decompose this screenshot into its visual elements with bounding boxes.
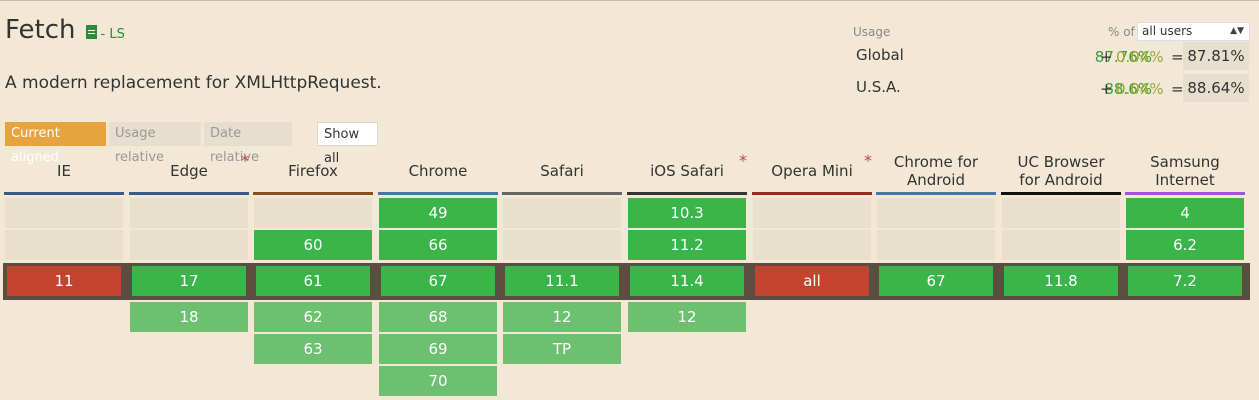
version-cell[interactable]: 67 — [879, 266, 993, 296]
browser-name[interactable]: UC Browser for Android — [1001, 151, 1121, 191]
user-scope-select[interactable]: all users ▲▼ — [1137, 22, 1250, 41]
usage-total: 87.81% — [1183, 42, 1249, 70]
version-cell[interactable]: 49 — [379, 198, 497, 228]
user-scope-value: all users — [1142, 24, 1193, 38]
empty-cell — [503, 198, 621, 228]
version-cell[interactable]: 12 — [628, 302, 746, 332]
select-arrows-icon: ▲▼ — [1230, 26, 1244, 36]
browser-column: Chrome for Android 67 — [876, 151, 996, 400]
browser-name[interactable]: IE — [4, 151, 124, 191]
note-star-icon[interactable]: * — [864, 151, 872, 170]
version-cell[interactable]: 6.2 — [1126, 230, 1244, 260]
empty-cell — [130, 198, 248, 228]
usage-partial: 0.04% — [1116, 80, 1164, 98]
feature-description: A modern replacement for XMLHttpRequest. — [5, 73, 382, 93]
feature-title: Fetch — [5, 15, 76, 45]
version-cell[interactable]: 17 — [132, 266, 246, 296]
browser-column: IE 11 — [4, 151, 124, 400]
browser-color-bar — [1125, 192, 1245, 195]
version-cell[interactable]: 60 — [254, 230, 372, 260]
browser-column: Chrome 49 66 67 68 69 70 — [378, 151, 498, 400]
usage-equals: = — [1171, 48, 1184, 66]
browser-column: iOS Safari * 10.3 11.2 11.4 12 — [627, 151, 747, 400]
version-cell[interactable]: 70 — [379, 366, 497, 396]
empty-cell — [753, 230, 871, 260]
usage-label: Usage — [853, 25, 891, 39]
version-cell[interactable]: 69 — [379, 334, 497, 364]
usage-total: 88.64% — [1183, 74, 1249, 102]
usage-region: Global — [856, 46, 904, 64]
browser-column: Opera Mini * all — [752, 151, 872, 400]
note-star-icon[interactable]: * — [739, 151, 747, 170]
empty-cell — [1002, 198, 1120, 228]
version-cell[interactable]: 11.1 — [505, 266, 619, 296]
browser-color-bar — [752, 192, 872, 195]
browser-name[interactable]: Firefox — [253, 151, 373, 191]
browser-color-bar — [253, 192, 373, 195]
show-all-button[interactable]: Show all — [317, 122, 378, 166]
empty-cell — [254, 198, 372, 228]
browser-name[interactable]: Chrome — [378, 151, 498, 191]
usage-region: U.S.A. — [856, 78, 901, 96]
version-cell[interactable]: 11 — [7, 266, 121, 296]
tab-current-aligned[interactable]: Current aligned — [5, 122, 106, 165]
version-cell[interactable]: TP — [503, 334, 621, 364]
browser-column: Firefox 60 61 62 63 — [253, 151, 373, 400]
version-cell[interactable]: all — [755, 266, 869, 296]
browser-color-bar — [876, 192, 996, 195]
browser-color-bar — [1001, 192, 1121, 195]
version-cell[interactable]: 62 — [254, 302, 372, 332]
usage-partial: 0.04% — [1116, 48, 1164, 66]
version-cell[interactable]: 11.4 — [630, 266, 744, 296]
browser-name[interactable]: iOS Safari — [627, 151, 747, 191]
feature-header: Fetch - LS — [5, 15, 125, 45]
version-cell[interactable]: 68 — [379, 302, 497, 332]
usage-equals: = — [1171, 80, 1184, 98]
version-cell[interactable]: 4 — [1126, 198, 1244, 228]
empty-cell — [503, 230, 621, 260]
browser-column: Safari 11.1 12 TP — [502, 151, 622, 400]
version-cell[interactable]: 66 — [379, 230, 497, 260]
browser-name[interactable]: Samsung Internet — [1125, 151, 1245, 191]
tab-date-relative[interactable]: Date relative — [204, 122, 292, 165]
empty-cell — [5, 198, 123, 228]
browser-column: Samsung Internet 4 6.2 7.2 — [1125, 151, 1245, 400]
version-cell[interactable]: 10.3 — [628, 198, 746, 228]
browser-name[interactable]: Safari — [502, 151, 622, 191]
usage-plus: + — [1100, 48, 1113, 66]
version-cell[interactable]: 7.2 — [1128, 266, 1242, 296]
usage-row-global: Global 87.76% + 0.04% = 87.81% — [853, 42, 1253, 70]
tab-usage-relative[interactable]: Usage relative — [109, 122, 201, 165]
browser-color-bar — [129, 192, 249, 195]
browser-color-bar — [378, 192, 498, 195]
browser-color-bar — [627, 192, 747, 195]
version-cell[interactable]: 11.2 — [628, 230, 746, 260]
document-icon[interactable] — [85, 25, 97, 39]
empty-cell — [877, 198, 995, 228]
browser-name[interactable]: Edge — [129, 151, 249, 191]
version-cell[interactable]: 63 — [254, 334, 372, 364]
spec-status-link[interactable]: - LS — [101, 27, 125, 42]
usage-plus: + — [1100, 80, 1113, 98]
version-cell[interactable]: 67 — [381, 266, 495, 296]
empty-cell — [877, 230, 995, 260]
empty-cell — [5, 230, 123, 260]
browser-column: Edge * 17 18 — [129, 151, 249, 400]
browser-name[interactable]: Chrome for Android — [876, 151, 996, 191]
browser-color-bar — [4, 192, 124, 195]
version-cell[interactable]: 61 — [256, 266, 370, 296]
browser-name[interactable]: Opera Mini — [752, 151, 872, 191]
browser-column: UC Browser for Android 11.8 — [1001, 151, 1121, 400]
version-cell[interactable]: 12 — [503, 302, 621, 332]
version-cell[interactable]: 11.8 — [1004, 266, 1118, 296]
empty-cell — [1002, 230, 1120, 260]
version-cell[interactable]: 18 — [130, 302, 248, 332]
browser-color-bar — [502, 192, 622, 195]
usage-row-usa: U.S.A. 88.6% + 0.04% = 88.64% — [853, 74, 1253, 102]
note-star-icon[interactable]: * — [241, 151, 249, 170]
empty-cell — [753, 198, 871, 228]
percent-of-label: % of — [1108, 25, 1135, 39]
empty-cell — [130, 230, 248, 260]
